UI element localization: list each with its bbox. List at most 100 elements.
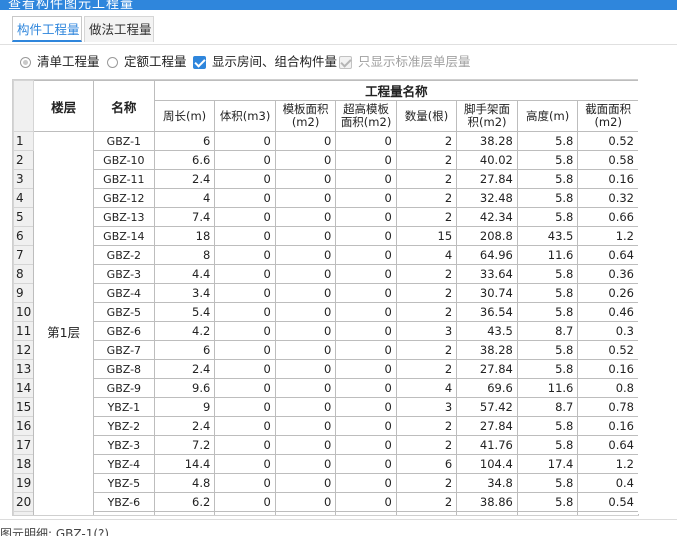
value-cell[interactable]: 27.84 <box>456 169 518 189</box>
subcol-header[interactable]: 体积(m3) <box>214 100 276 132</box>
value-cell[interactable]: 38.86 <box>456 492 518 512</box>
value-cell[interactable]: 6.2 <box>153 492 216 512</box>
component-name-cell[interactable]: YBZ-3 <box>92 435 155 455</box>
value-cell[interactable]: 0 <box>274 378 337 398</box>
floor-header[interactable]: 楼层 <box>33 80 94 132</box>
value-cell[interactable]: 0.4 <box>577 473 639 493</box>
value-cell[interactable]: 38.28 <box>456 340 518 360</box>
value-cell[interactable]: 0 <box>335 454 397 474</box>
value-cell[interactable]: 0 <box>214 359 276 379</box>
value-cell[interactable]: 2 <box>395 416 458 436</box>
value-cell[interactable]: 2 <box>395 150 458 170</box>
value-cell[interactable]: 0 <box>335 359 397 379</box>
value-cell[interactable]: 4.4 <box>153 264 216 284</box>
component-name-cell[interactable]: GBZ-4 <box>92 283 155 303</box>
value-cell[interactable]: 208.8 <box>456 226 518 246</box>
subcol-header[interactable]: 周长(m) <box>153 100 216 132</box>
value-cell[interactable]: 4 <box>395 245 458 265</box>
checkbox-show-rooms[interactable]: 显示房间、组合构件量 <box>193 53 337 71</box>
value-cell[interactable]: 0 <box>214 169 276 189</box>
value-cell[interactable]: 64.96 <box>456 245 518 265</box>
value-cell[interactable]: 0 <box>335 302 397 322</box>
value-cell[interactable]: 0.52 <box>577 340 639 360</box>
value-cell[interactable]: 9 <box>153 397 216 417</box>
value-cell[interactable]: 0.66 <box>577 207 639 227</box>
value-cell[interactable]: 2 <box>395 359 458 379</box>
value-cell[interactable]: 2.4 <box>153 359 216 379</box>
value-cell[interactable] <box>577 511 639 515</box>
value-cell[interactable]: 27.84 <box>456 359 518 379</box>
value-cell[interactable]: 0.16 <box>577 359 639 379</box>
component-name-cell[interactable]: YBZ-4 <box>92 454 155 474</box>
value-cell[interactable]: 1.2 <box>577 226 639 246</box>
value-cell[interactable]: 0 <box>214 397 276 417</box>
value-cell[interactable]: 40.02 <box>456 150 518 170</box>
value-cell[interactable]: 0 <box>274 321 337 341</box>
value-cell[interactable]: 0 <box>335 378 397 398</box>
table-row[interactable]: 11 GBZ-6 4.2 0 0 0 3 43.5 8.7 0.3 <box>13 321 639 341</box>
value-cell[interactable]: 2 <box>395 473 458 493</box>
value-cell[interactable]: 0 <box>335 416 397 436</box>
table-row[interactable]: 20 YBZ-6 6.2 0 0 0 2 38.86 5.8 0.54 <box>13 492 639 512</box>
value-cell[interactable]: 0 <box>274 245 337 265</box>
component-name-cell[interactable]: GBZ-9 <box>92 378 155 398</box>
table-row[interactable]: 15 YBZ-1 9 0 0 0 3 57.42 8.7 0.78 <box>13 397 639 417</box>
table-row[interactable]: 19 YBZ-5 4.8 0 0 0 2 34.8 5.8 0.4 <box>13 473 639 493</box>
component-name-cell[interactable]: YBZ-6 <box>92 492 155 512</box>
value-cell[interactable]: 0 <box>274 226 337 246</box>
subcol-header[interactable]: 模板面积(m2) <box>274 100 337 132</box>
value-cell[interactable]: 0 <box>335 188 397 208</box>
value-cell[interactable]: 1.2 <box>577 454 639 474</box>
value-cell[interactable]: 0 <box>335 435 397 455</box>
value-cell[interactable]: 2 <box>395 492 458 512</box>
value-cell[interactable]: 2.4 <box>153 169 216 189</box>
value-cell[interactable]: 0 <box>335 321 397 341</box>
component-name-cell[interactable]: YBZ-2 <box>92 416 155 436</box>
value-cell[interactable]: 57.42 <box>456 397 518 417</box>
value-cell[interactable]: 104.4 <box>456 454 518 474</box>
radio-dinge-icon[interactable] <box>107 56 118 68</box>
component-name-cell[interactable]: GBZ-12 <box>92 188 155 208</box>
value-cell[interactable]: 0.16 <box>577 169 639 189</box>
value-cell[interactable]: 0 <box>214 226 276 246</box>
value-cell[interactable]: 0 <box>335 492 397 512</box>
value-cell[interactable]: 0 <box>214 302 276 322</box>
value-cell[interactable]: 38.28 <box>456 131 518 151</box>
value-cell[interactable] <box>456 511 518 515</box>
table-row[interactable]: 2 GBZ-10 6.6 0 0 0 2 40.02 5.8 0.58 <box>13 150 639 170</box>
table-row[interactable]: 6 GBZ-14 18 0 0 0 15 208.8 43.5 1.2 <box>13 226 639 246</box>
value-cell[interactable]: 34.8 <box>456 473 518 493</box>
value-cell[interactable]: 5.8 <box>516 416 579 436</box>
value-cell[interactable]: 2 <box>395 131 458 151</box>
value-cell[interactable]: 0.16 <box>577 416 639 436</box>
value-cell[interactable]: 0 <box>214 245 276 265</box>
value-cell[interactable]: 6 <box>153 131 216 151</box>
value-cell[interactable]: 0 <box>214 321 276 341</box>
subcol-header[interactable]: 超高模板面积(m2) <box>335 100 397 132</box>
value-cell[interactable]: 2 <box>395 340 458 360</box>
tab-component-quantity[interactable]: 构件工程量 <box>12 16 82 42</box>
value-cell[interactable]: 18 <box>153 226 216 246</box>
value-cell[interactable]: 0 <box>214 454 276 474</box>
value-cell[interactable]: 2 <box>395 283 458 303</box>
value-cell[interactable]: 4 <box>395 378 458 398</box>
value-cell[interactable]: 3.4 <box>153 283 216 303</box>
value-cell[interactable]: 6 <box>395 454 458 474</box>
value-cell[interactable]: 2 <box>395 302 458 322</box>
value-cell[interactable]: 5.8 <box>516 359 579 379</box>
value-cell[interactable]: 0 <box>274 188 337 208</box>
value-cell[interactable]: 0 <box>214 473 276 493</box>
value-cell[interactable]: 0 <box>274 283 337 303</box>
value-cell[interactable]: 0 <box>214 340 276 360</box>
value-cell[interactable]: 3 <box>395 321 458 341</box>
value-cell[interactable]: 0.58 <box>577 150 639 170</box>
tab-method-quantity[interactable]: 做法工程量 <box>84 16 154 42</box>
component-name-cell[interactable]: YBZ-1 <box>92 397 155 417</box>
value-cell[interactable] <box>395 511 458 515</box>
value-cell[interactable]: 0.8 <box>577 378 639 398</box>
value-cell[interactable]: 0 <box>274 169 337 189</box>
value-cell[interactable]: 8.7 <box>516 321 579 341</box>
value-cell[interactable]: 15 <box>395 226 458 246</box>
value-cell[interactable]: 0 <box>335 226 397 246</box>
value-cell[interactable]: 0 <box>335 207 397 227</box>
